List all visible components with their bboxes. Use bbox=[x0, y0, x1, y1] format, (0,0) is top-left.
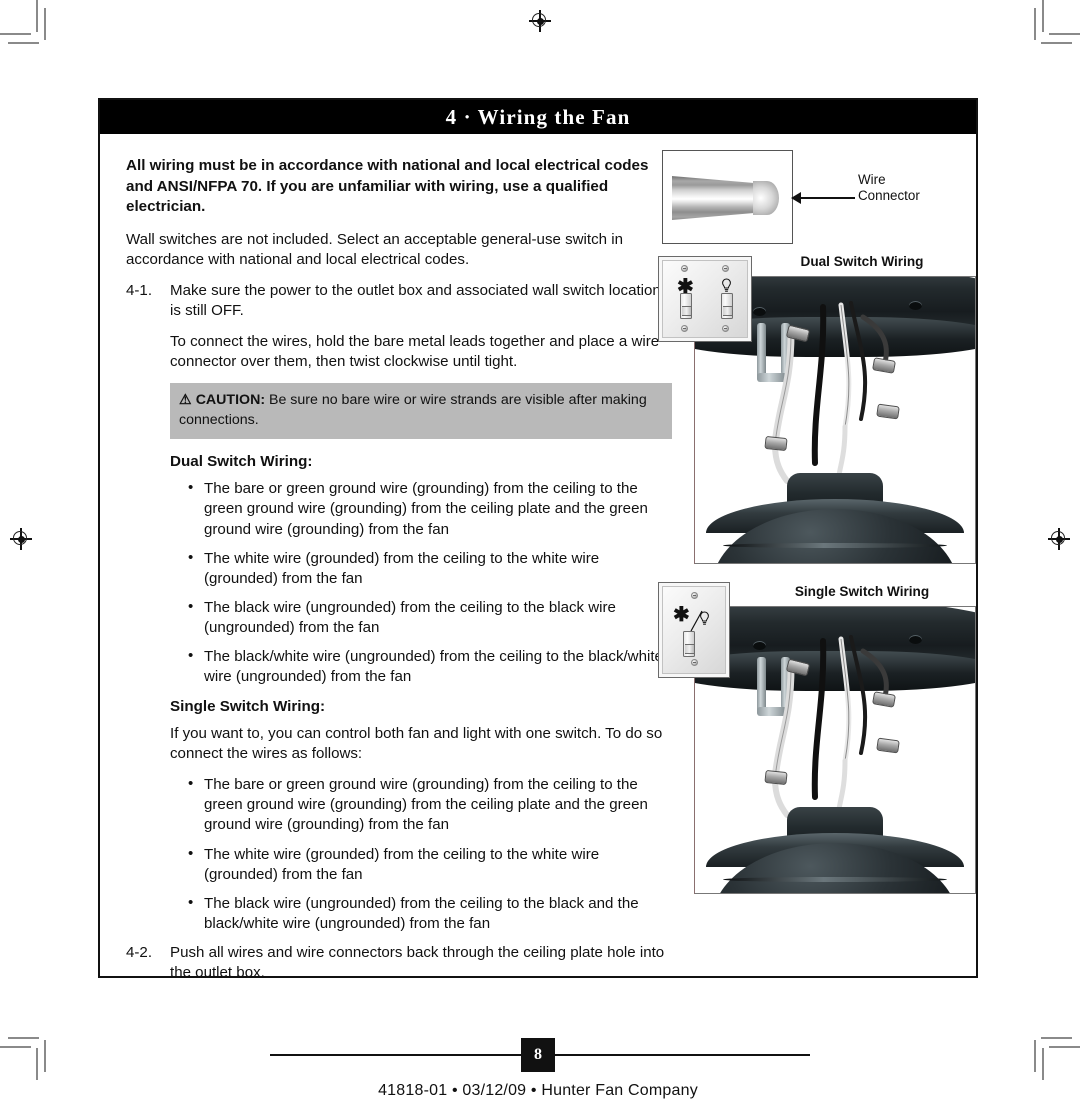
plate-screw bbox=[722, 325, 729, 332]
list-item: The black wire (ungrounded) from the cei… bbox=[188, 893, 672, 934]
caution-label: CAUTION: bbox=[195, 391, 266, 408]
dual-switch-heading: Dual Switch Wiring: bbox=[170, 453, 313, 471]
wire-connector-label: Wire Connector bbox=[858, 172, 920, 204]
caution-box: ⚠ CAUTION: Be sure no bare wire or wire … bbox=[170, 382, 672, 440]
step-4-1-text: Make sure the power to the outlet box an… bbox=[170, 282, 661, 320]
wall-switch-note: Wall switches are not included. Select a… bbox=[126, 231, 623, 269]
light-bulb-icon bbox=[700, 611, 709, 625]
crop-mark-bottom-right-v2 bbox=[1034, 1040, 1036, 1072]
dual-switch-figure: Dual Switch Wiring ✱ bbox=[658, 252, 976, 564]
crop-mark-bottom-right-h2 bbox=[1041, 1037, 1072, 1039]
plate-screw bbox=[691, 592, 698, 599]
crop-mark-top-left-h2 bbox=[8, 42, 39, 44]
crop-mark-top-left-v2 bbox=[44, 8, 46, 40]
fan-toggle-switch[interactable] bbox=[680, 293, 692, 319]
crop-mark-top-left-v bbox=[36, 0, 38, 32]
single-switch-wall-plate[interactable]: ✱ bbox=[658, 582, 730, 678]
wire-connector-box bbox=[662, 150, 793, 244]
wire-nut bbox=[764, 435, 788, 452]
crop-mark-top-right-v2 bbox=[1034, 8, 1036, 40]
switch-leader-line bbox=[694, 342, 696, 564]
plate-screw bbox=[681, 265, 688, 272]
combined-toggle-switch[interactable] bbox=[683, 631, 695, 657]
step-4-1-number: 4-1. bbox=[126, 282, 153, 300]
fan-canopy-band bbox=[723, 877, 947, 882]
page-title: 4 · Wiring the Fan bbox=[445, 104, 631, 129]
fan-symbol-icon: ✱ bbox=[673, 604, 690, 626]
list-item: The white wire (grounded) from the ceili… bbox=[188, 548, 672, 589]
single-switch-heading: Single Switch Wiring: bbox=[170, 697, 326, 715]
registration-mark-top bbox=[529, 10, 551, 32]
list-item: The black/white wire (ungrounded) from t… bbox=[188, 646, 672, 687]
dual-switch-bullet-list: The bare or green ground wire (grounding… bbox=[126, 478, 672, 687]
crop-mark-bottom-left-h bbox=[0, 1046, 31, 1048]
light-toggle-switch[interactable] bbox=[721, 293, 733, 319]
connect-wires-note: To connect the wires, hold the bare meta… bbox=[170, 332, 660, 370]
registration-mark-right bbox=[1048, 528, 1070, 550]
step-4-2: 4-2. Push all wires and wire connectors … bbox=[126, 943, 672, 983]
light-bulb-icon bbox=[722, 278, 731, 292]
callout-arrow-line bbox=[797, 197, 855, 199]
switch-leader-line bbox=[694, 678, 696, 894]
single-switch-figure-title: Single Switch Wiring bbox=[794, 584, 930, 599]
fan-canopy-band bbox=[723, 543, 947, 548]
warning-triangle-icon: ⚠ bbox=[179, 391, 192, 408]
crop-mark-bottom-left-v2 bbox=[44, 1040, 46, 1072]
wire-connector-tip bbox=[753, 181, 779, 215]
page-frame: 4 · Wiring the Fan All wiring must be in… bbox=[98, 98, 978, 1099]
single-switch-fan-illustration bbox=[694, 606, 976, 894]
footer-text: 41818-01 • 03/12/09 • Hunter Fan Company bbox=[378, 1082, 698, 1099]
lead-paragraph: All wiring must be in accordance with na… bbox=[126, 157, 649, 216]
list-item: The white wire (grounded) from the ceili… bbox=[188, 844, 672, 885]
crop-mark-top-right-v bbox=[1042, 0, 1044, 32]
crop-mark-bottom-left-v bbox=[36, 1048, 38, 1080]
single-switch-bullet-list: The bare or green ground wire (grounding… bbox=[126, 774, 672, 934]
text-column: All wiring must be in accordance with na… bbox=[126, 156, 672, 993]
wire-connector-figure: Wire Connector bbox=[658, 150, 976, 250]
list-item: The bare or green ground wire (grounding… bbox=[188, 774, 672, 835]
wire-connector-icon bbox=[672, 176, 766, 220]
step-4-1: 4-1. Make sure the power to the outlet b… bbox=[126, 281, 672, 321]
crop-mark-bottom-right-v bbox=[1042, 1048, 1044, 1080]
plate-screw bbox=[681, 325, 688, 332]
crop-mark-top-right-h bbox=[1049, 33, 1080, 35]
step-4-2-number: 4-2. bbox=[126, 944, 153, 962]
step-4-2-text: Push all wires and wire connectors back … bbox=[170, 944, 665, 982]
crop-mark-bottom-right-h bbox=[1049, 1046, 1080, 1048]
dual-switch-figure-title: Dual Switch Wiring bbox=[800, 254, 924, 269]
page-number-badge: 8 bbox=[521, 1038, 555, 1072]
page-body: All wiring must be in accordance with na… bbox=[100, 134, 976, 981]
plate-screw bbox=[722, 265, 729, 272]
single-switch-figure: Single Switch Wiring ✱ bbox=[658, 574, 976, 904]
crop-mark-top-left-h bbox=[0, 33, 31, 35]
figure-column: Wire Connector Dual Switch Wiring ✱ Sing… bbox=[658, 150, 976, 904]
list-item: The black wire (ungrounded) from the cei… bbox=[188, 597, 672, 638]
single-switch-intro: If you want to, you can control both fan… bbox=[170, 724, 663, 763]
registration-mark-left bbox=[10, 528, 32, 550]
wire-nut bbox=[764, 769, 788, 786]
plate-screw bbox=[691, 659, 698, 666]
list-item: The bare or green ground wire (grounding… bbox=[188, 478, 672, 539]
crop-mark-bottom-left-h2 bbox=[8, 1037, 39, 1039]
section-header-bar: 4 · Wiring the Fan bbox=[100, 100, 976, 134]
dual-switch-wall-plate[interactable]: ✱ bbox=[658, 256, 752, 342]
crop-mark-top-right-h2 bbox=[1041, 42, 1072, 44]
